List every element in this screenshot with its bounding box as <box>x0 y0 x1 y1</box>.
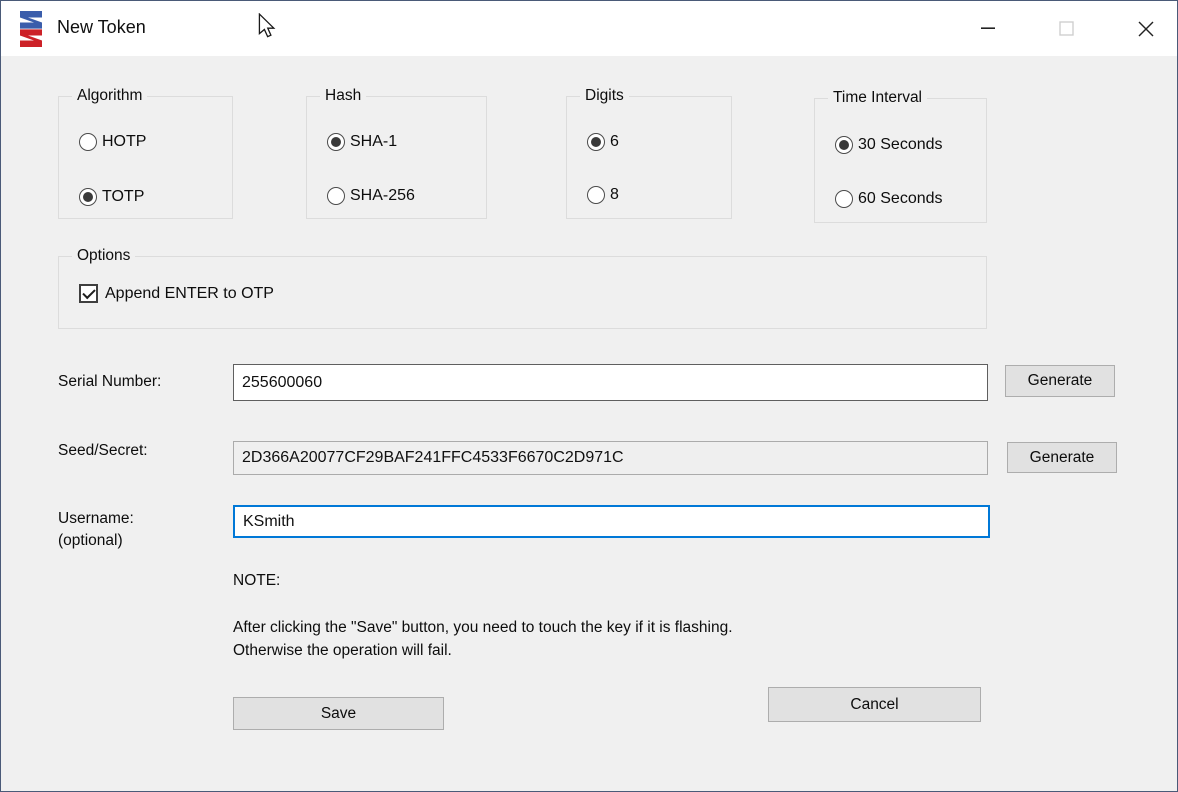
append-enter-checkbox[interactable] <box>79 284 98 303</box>
radio-hotp-label: HOTP <box>102 133 146 151</box>
digits-group: Digits 6 8 <box>566 96 732 219</box>
radio-sha256-circle[interactable] <box>327 187 345 205</box>
window-title: New Token <box>57 17 146 38</box>
radio-digits-8-label: 8 <box>610 186 619 204</box>
save-button[interactable]: Save <box>233 697 444 730</box>
options-group-label: Options <box>72 247 135 265</box>
radio-sha1[interactable]: SHA-1 <box>327 133 397 151</box>
seed-secret-input[interactable] <box>233 441 988 475</box>
append-enter-checkbox-row[interactable]: Append ENTER to OTP <box>79 284 274 303</box>
maximize-button <box>1043 1 1089 56</box>
radio-totp-label: TOTP <box>102 188 144 206</box>
radio-digits-6[interactable]: 6 <box>587 133 619 151</box>
hash-group: Hash SHA-1 SHA-256 <box>306 96 487 219</box>
radio-hotp-circle[interactable] <box>79 133 97 151</box>
note-line-2: Otherwise the operation will fail. <box>233 639 733 662</box>
username-label: Username: <box>58 510 134 528</box>
minimize-icon <box>981 27 995 30</box>
time-interval-group-label: Time Interval <box>828 89 927 107</box>
radio-digits-8-circle[interactable] <box>587 186 605 204</box>
radio-sha256-label: SHA-256 <box>350 187 415 205</box>
options-group: Options Append ENTER to OTP <box>58 256 987 329</box>
minimize-button[interactable] <box>965 1 1011 56</box>
username-optional-label: (optional) <box>58 532 123 550</box>
radio-hotp[interactable]: HOTP <box>79 133 146 151</box>
radio-sha256[interactable]: SHA-256 <box>327 187 415 205</box>
radio-digits-8[interactable]: 8 <box>587 186 619 204</box>
close-button[interactable] <box>1123 1 1169 56</box>
radio-30-seconds-label: 30 Seconds <box>858 136 943 154</box>
username-input[interactable] <box>233 505 990 538</box>
digits-group-label: Digits <box>580 87 629 105</box>
app-logo-icon <box>15 10 47 48</box>
algorithm-group-label: Algorithm <box>72 87 147 105</box>
radio-60-seconds-circle[interactable] <box>835 190 853 208</box>
radio-60-seconds[interactable]: 60 Seconds <box>835 190 943 208</box>
append-enter-checkbox-label: Append ENTER to OTP <box>105 285 274 303</box>
maximize-icon <box>1059 21 1074 36</box>
cancel-button[interactable]: Cancel <box>768 687 981 722</box>
note-text: After clicking the "Save" button, you ne… <box>233 616 733 662</box>
algorithm-group: Algorithm HOTP TOTP <box>58 96 233 219</box>
time-interval-group: Time Interval 30 Seconds 60 Seconds <box>814 98 987 223</box>
seed-secret-label: Seed/Secret: <box>58 442 148 460</box>
hash-group-label: Hash <box>320 87 366 105</box>
close-icon <box>1138 21 1154 37</box>
serial-number-input[interactable] <box>233 364 988 401</box>
radio-60-seconds-label: 60 Seconds <box>858 190 943 208</box>
titlebar[interactable]: New Token <box>1 1 1177 56</box>
radio-digits-6-label: 6 <box>610 133 619 151</box>
radio-sha1-label: SHA-1 <box>350 133 397 151</box>
serial-number-label: Serial Number: <box>58 373 161 391</box>
radio-totp[interactable]: TOTP <box>79 188 144 206</box>
note-line-1: After clicking the "Save" button, you ne… <box>233 616 733 639</box>
radio-totp-circle[interactable] <box>79 188 97 206</box>
note-heading: NOTE: <box>233 572 280 590</box>
mouse-cursor <box>256 13 278 39</box>
generate-serial-button[interactable]: Generate <box>1005 365 1115 397</box>
radio-30-seconds[interactable]: 30 Seconds <box>835 136 943 154</box>
radio-sha1-circle[interactable] <box>327 133 345 151</box>
generate-seed-button[interactable]: Generate <box>1007 442 1117 473</box>
new-token-dialog: New Token Algorithm HOTP <box>0 0 1178 792</box>
radio-30-seconds-circle[interactable] <box>835 136 853 154</box>
radio-digits-6-circle[interactable] <box>587 133 605 151</box>
